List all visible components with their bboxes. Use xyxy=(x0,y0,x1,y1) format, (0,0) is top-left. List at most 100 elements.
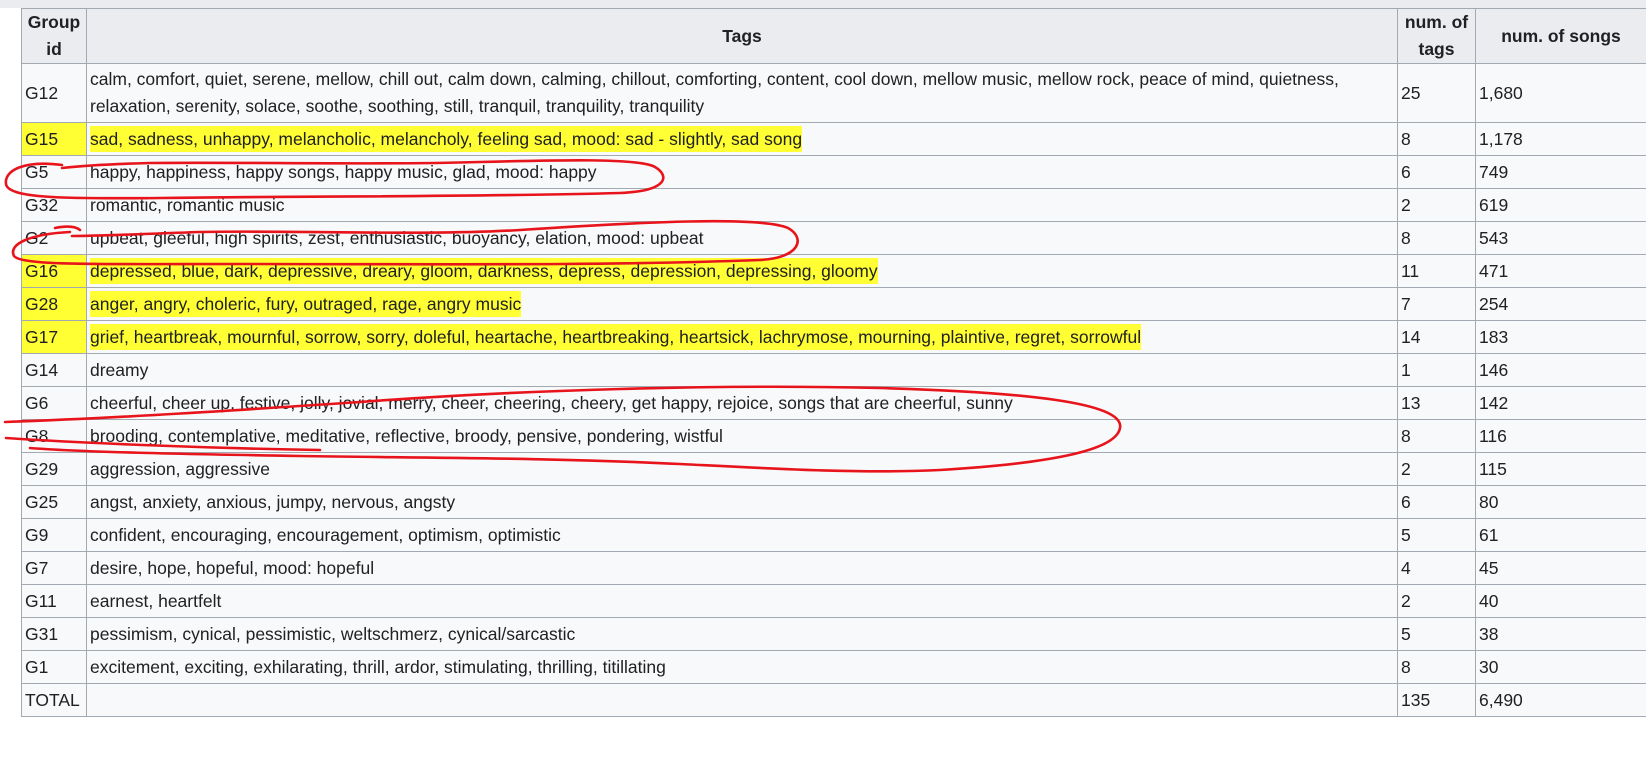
page-top-edge xyxy=(0,0,1646,8)
group-id-cell: G2 xyxy=(21,221,87,255)
num-songs-cell: 543 xyxy=(1475,221,1646,255)
total-tags-cell xyxy=(86,683,1398,717)
table-row: G15 sad, sadness, unhappy, melancholic, … xyxy=(21,122,1646,156)
tags-cell: confident, encouraging, encouragement, o… xyxy=(86,518,1398,552)
tags-cell: anger, angry, choleric, fury, outraged, … xyxy=(86,287,1398,321)
group-id-cell: G1 xyxy=(21,650,87,684)
num-songs-cell: 142 xyxy=(1475,386,1646,420)
table-row: G29 aggression, aggressive 2 115 xyxy=(21,452,1646,486)
group-id-cell: G14 xyxy=(21,353,87,387)
num-tags-cell: 6 xyxy=(1397,485,1476,519)
num-songs-cell: 619 xyxy=(1475,188,1646,222)
tags-cell: earnest, heartfelt xyxy=(86,584,1398,618)
num-tags-cell: 5 xyxy=(1397,617,1476,651)
group-id-cell: G28 xyxy=(21,287,87,321)
tags-text: sad, sadness, unhappy, melancholic, mela… xyxy=(90,125,803,152)
group-id-cell: G11 xyxy=(21,584,87,618)
num-songs-cell: 471 xyxy=(1475,254,1646,288)
tags-text: anger, angry, choleric, fury, outraged, … xyxy=(90,290,522,317)
num-tags-cell: 2 xyxy=(1397,188,1476,222)
num-tags-cell: 13 xyxy=(1397,386,1476,420)
tags-cell: upbeat, gleeful, high spirits, zest, ent… xyxy=(86,221,1398,255)
tags-cell: desire, hope, hopeful, mood: hopeful xyxy=(86,551,1398,585)
num-tags-cell: 8 xyxy=(1397,419,1476,453)
num-songs-cell: 38 xyxy=(1475,617,1646,651)
tags-cell: sad, sadness, unhappy, melancholic, mela… xyxy=(86,122,1398,156)
num-songs-cell: 116 xyxy=(1475,419,1646,453)
group-id-cell: G25 xyxy=(21,485,87,519)
table-row: G12 calm, comfort, quiet, serene, mellow… xyxy=(21,63,1646,123)
tags-cell: aggression, aggressive xyxy=(86,452,1398,486)
group-id-cell: G9 xyxy=(21,518,87,552)
tags-cell: brooding, contemplative, meditative, ref… xyxy=(86,419,1398,453)
table-row: G16 depressed, blue, dark, depressive, d… xyxy=(21,254,1646,288)
num-tags-cell: 5 xyxy=(1397,518,1476,552)
total-label-cell: TOTAL xyxy=(21,683,87,717)
num-tags-cell: 2 xyxy=(1397,452,1476,486)
header-row: Group id Tags num. of tags num. of songs xyxy=(21,8,1646,64)
num-songs-cell: 1,178 xyxy=(1475,122,1646,156)
header-group-id[interactable]: Group id xyxy=(21,8,87,64)
group-id-cell: G7 xyxy=(21,551,87,585)
tags-cell: cheerful, cheer up, festive, jolly, jovi… xyxy=(86,386,1398,420)
table-row: G17 grief, heartbreak, mournful, sorrow,… xyxy=(21,320,1646,354)
tags-text: depressed, blue, dark, depressive, drear… xyxy=(90,257,878,284)
num-songs-cell: 80 xyxy=(1475,485,1646,519)
table-row: G6 cheerful, cheer up, festive, jolly, j… xyxy=(21,386,1646,420)
group-id-cell: G15 xyxy=(21,122,87,156)
num-songs-cell: 61 xyxy=(1475,518,1646,552)
num-tags-cell: 1 xyxy=(1397,353,1476,387)
num-songs-cell: 749 xyxy=(1475,155,1646,189)
table-row: G28 anger, angry, choleric, fury, outrag… xyxy=(21,287,1646,321)
group-id-cell: G8 xyxy=(21,419,87,453)
table-row: G2 upbeat, gleeful, high spirits, zest, … xyxy=(21,221,1646,255)
num-songs-cell: 183 xyxy=(1475,320,1646,354)
num-tags-cell: 4 xyxy=(1397,551,1476,585)
num-songs-cell: 146 xyxy=(1475,353,1646,387)
group-id-cell: G6 xyxy=(21,386,87,420)
num-tags-cell: 25 xyxy=(1397,63,1476,123)
table-row: G25 angst, anxiety, anxious, jumpy, nerv… xyxy=(21,485,1646,519)
table-row: G14 dreamy 1 146 xyxy=(21,353,1646,387)
tags-cell: excitement, exciting, exhilarating, thri… xyxy=(86,650,1398,684)
group-id-cell: G17 xyxy=(21,320,87,354)
tags-cell: romantic, romantic music xyxy=(86,188,1398,222)
tags-cell: calm, comfort, quiet, serene, mellow, ch… xyxy=(86,63,1398,123)
table-row: G8 brooding, contemplative, meditative, … xyxy=(21,419,1646,453)
table-row: G31 pessimism, cynical, pessimistic, wel… xyxy=(21,617,1646,651)
total-num-songs-cell: 6,490 xyxy=(1475,683,1646,717)
group-id-cell: G31 xyxy=(21,617,87,651)
table-row: G32 romantic, romantic music 2 619 xyxy=(21,188,1646,222)
table-row: G1 excitement, exciting, exhilarating, t… xyxy=(21,650,1646,684)
table-row: G5 happy, happiness, happy songs, happy … xyxy=(21,155,1646,189)
tags-cell: grief, heartbreak, mournful, sorrow, sor… xyxy=(86,320,1398,354)
num-tags-cell: 2 xyxy=(1397,584,1476,618)
tags-cell: happy, happiness, happy songs, happy mus… xyxy=(86,155,1398,189)
num-tags-cell: 11 xyxy=(1397,254,1476,288)
table-row: G7 desire, hope, hopeful, mood: hopeful … xyxy=(21,551,1646,585)
group-id-cell: G32 xyxy=(21,188,87,222)
num-songs-cell: 45 xyxy=(1475,551,1646,585)
num-songs-cell: 30 xyxy=(1475,650,1646,684)
header-num-songs[interactable]: num. of songs xyxy=(1475,8,1646,64)
table-row: G11 earnest, heartfelt 2 40 xyxy=(21,584,1646,618)
num-tags-cell: 14 xyxy=(1397,320,1476,354)
num-tags-cell: 8 xyxy=(1397,122,1476,156)
group-id-cell: G12 xyxy=(21,63,87,123)
tags-cell: angst, anxiety, anxious, jumpy, nervous,… xyxy=(86,485,1398,519)
total-row: TOTAL 135 6,490 xyxy=(21,683,1646,717)
group-id-cell: G16 xyxy=(21,254,87,288)
num-tags-cell: 8 xyxy=(1397,221,1476,255)
table-row: G9 confident, encouraging, encouragement… xyxy=(21,518,1646,552)
num-songs-cell: 254 xyxy=(1475,287,1646,321)
num-songs-cell: 115 xyxy=(1475,452,1646,486)
header-tags[interactable]: Tags xyxy=(86,8,1398,64)
header-num-tags[interactable]: num. of tags xyxy=(1397,8,1476,64)
tags-cell: depressed, blue, dark, depressive, drear… xyxy=(86,254,1398,288)
num-songs-cell: 40 xyxy=(1475,584,1646,618)
tags-text: grief, heartbreak, mournful, sorrow, sor… xyxy=(90,323,1142,350)
group-id-cell: G5 xyxy=(21,155,87,189)
num-tags-cell: 6 xyxy=(1397,155,1476,189)
tags-cell: pessimism, cynical, pessimistic, weltsch… xyxy=(86,617,1398,651)
total-num-tags-cell: 135 xyxy=(1397,683,1476,717)
